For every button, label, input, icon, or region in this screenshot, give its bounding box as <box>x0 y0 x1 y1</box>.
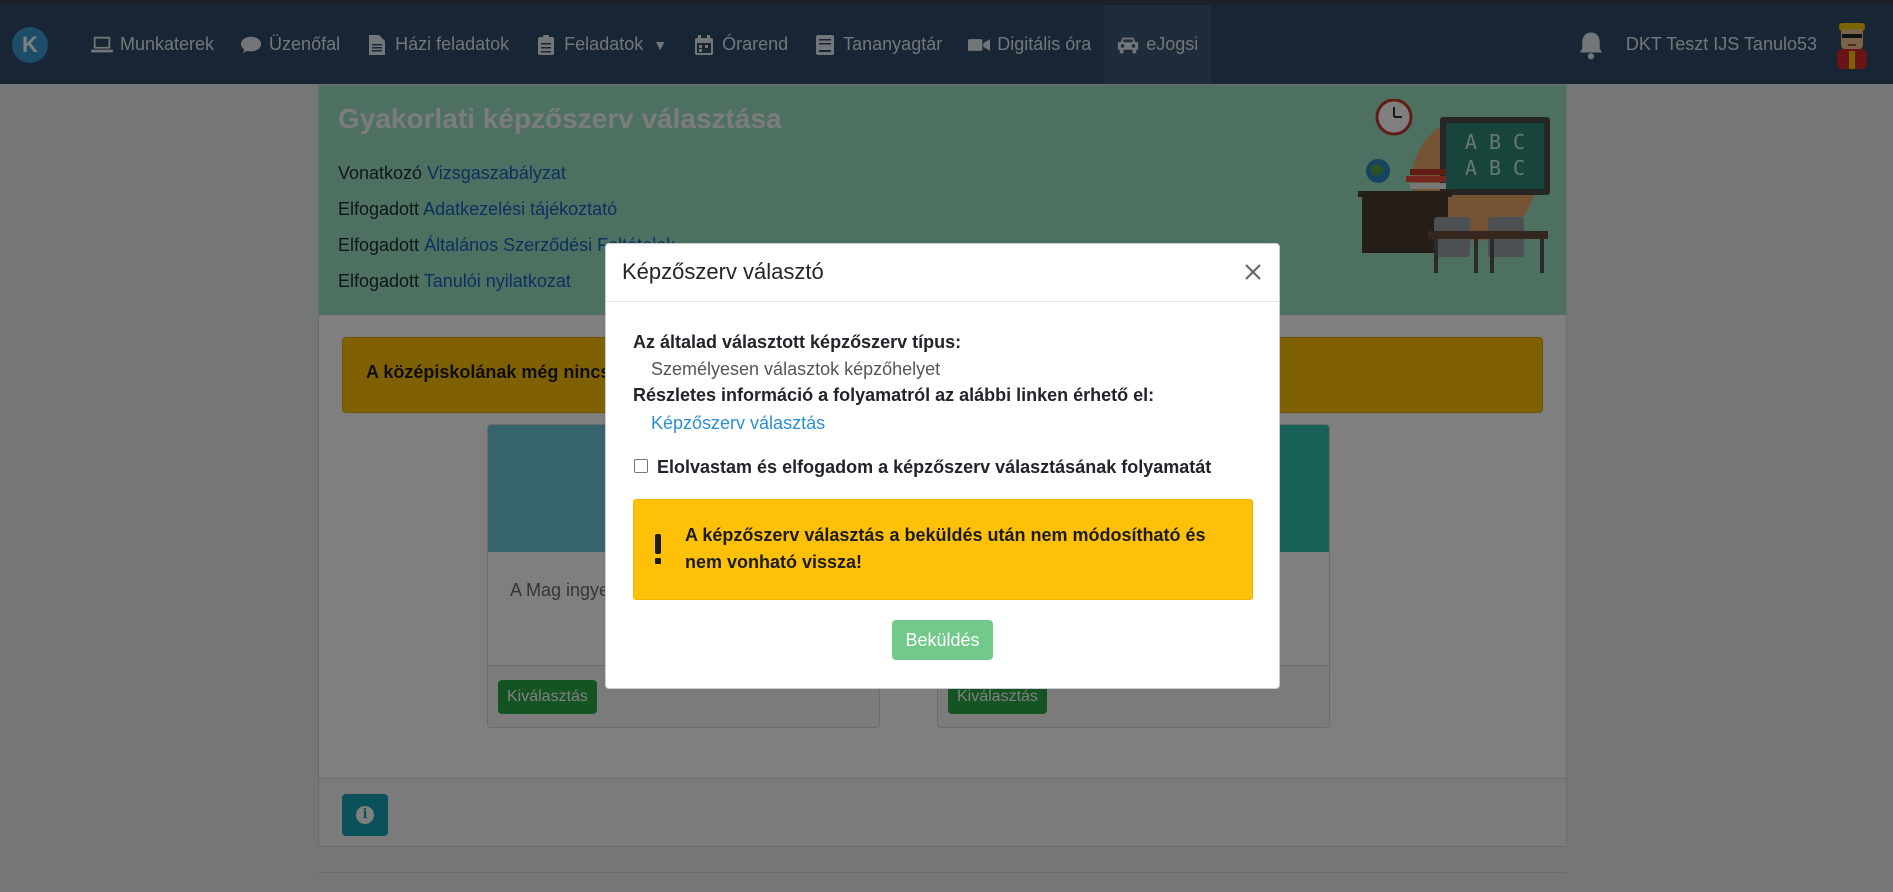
close-button[interactable] <box>1241 260 1265 284</box>
accept-checkbox[interactable] <box>634 459 648 473</box>
kepzoszerv-modal: Képzőszerv választó Az általad választot… <box>605 243 1280 689</box>
close-icon <box>1245 264 1261 280</box>
type-label: Az általad választott képzőszerv típus: <box>633 332 962 352</box>
warning-text: A képzőszerv választás a beküldés után n… <box>685 525 1206 572</box>
accept-checkbox-label[interactable]: Elolvastam és elfogadom a képzőszerv vál… <box>657 457 1211 478</box>
modal-title: Képzőszerv választó <box>622 259 824 284</box>
warning-alert: A képzőszerv választás a beküldés után n… <box>633 499 1253 600</box>
type-value: Személyesen választok képzőhelyet <box>651 359 941 379</box>
info-label: Részletes információ a folyamatról az al… <box>633 385 1155 405</box>
kepzoszerv-info-link[interactable]: Képzőszerv választás <box>651 413 825 434</box>
submit-button[interactable]: Beküldés <box>892 620 993 660</box>
exclamation-icon <box>655 534 661 564</box>
modal-header: Képzőszerv választó <box>606 244 1279 302</box>
